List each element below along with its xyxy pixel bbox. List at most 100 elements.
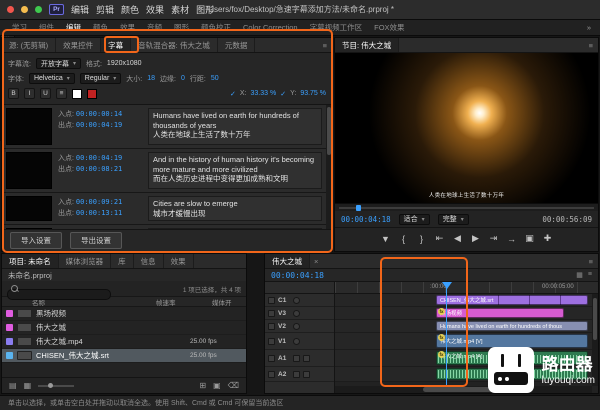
- import-settings-button[interactable]: 导入设置: [10, 232, 62, 249]
- tab-effect-controls[interactable]: 效果控件: [56, 38, 102, 52]
- label-color-swatch[interactable]: [6, 352, 13, 359]
- add-marker-button[interactable]: ▼: [380, 234, 391, 244]
- panel-menu-icon[interactable]: ≡: [584, 254, 598, 268]
- workspace-tab-audio[interactable]: 音频: [141, 22, 168, 33]
- caption-thumbnail[interactable]: [6, 108, 52, 145]
- playhead[interactable]: [446, 282, 447, 385]
- minimize-window-button[interactable]: [21, 6, 28, 13]
- stream-select[interactable]: 开放字幕 ▾: [35, 58, 81, 69]
- menu-color[interactable]: 颜色: [121, 3, 139, 16]
- zoom-fit-select[interactable]: 适合 ▾: [398, 213, 430, 225]
- black-video-clip[interactable]: 黑场视频: [436, 308, 564, 318]
- tab-project[interactable]: 项目: 未命名: [2, 254, 59, 268]
- caption-thumbnail[interactable]: [6, 196, 52, 221]
- table-row[interactable]: 伟大之城: [2, 321, 246, 335]
- delete-icon[interactable]: ⌫: [228, 381, 239, 390]
- close-icon[interactable]: ×: [310, 254, 322, 268]
- font-style-select[interactable]: Regular ▾: [79, 73, 122, 84]
- program-video-frame[interactable]: 人类在地球上生活了数十万年: [335, 53, 598, 203]
- x-value[interactable]: 33.33 %: [251, 90, 277, 97]
- tab-program-monitor[interactable]: 节目: 伟大之城: [335, 38, 400, 52]
- workspace-tab-fox-effects[interactable]: FOX效果: [368, 22, 410, 33]
- mark-out-button[interactable]: }: [416, 234, 427, 244]
- y-value[interactable]: 93.75 %: [300, 90, 326, 97]
- track-header[interactable]: V3: [265, 307, 334, 320]
- caption-row[interactable]: 入点: 00:00:09:21 出点: 00:00:13:11 Cities a…: [2, 193, 332, 225]
- check-icon[interactable]: ✓: [280, 90, 286, 98]
- icon-view-icon[interactable]: ▦: [24, 381, 32, 390]
- caption-row[interactable]: 入点: 00:00:04:19 出点: 00:00:08:21 And in t…: [2, 149, 332, 193]
- tab-info[interactable]: 信息: [134, 254, 164, 268]
- go-to-out-button[interactable]: ⇥: [488, 233, 499, 244]
- leading-value[interactable]: 50: [211, 75, 219, 82]
- go-to-in-button[interactable]: ⇤: [434, 233, 445, 244]
- font-select[interactable]: Helvetica ▾: [28, 73, 75, 84]
- track-lock-icon[interactable]: [268, 296, 275, 304]
- tab-source-monitor[interactable]: 源: (无剪辑): [2, 38, 57, 52]
- label-color-swatch[interactable]: [6, 324, 13, 331]
- program-playhead[interactable]: [356, 205, 362, 211]
- track-header[interactable]: C1: [265, 294, 334, 307]
- track-lock-icon[interactable]: [268, 370, 275, 378]
- timeline-track[interactable]: Humans have lived on earth for hundreds …: [335, 320, 598, 333]
- workspace-tab-effects[interactable]: 效果: [114, 22, 141, 33]
- tab-effects[interactable]: 效果: [164, 254, 194, 268]
- subtitle-clip[interactable]: CHISEN_伟大之城.srt: [436, 295, 588, 305]
- track-visibility-icon[interactable]: [293, 309, 300, 317]
- track-header[interactable]: A1: [265, 350, 334, 367]
- close-window-button[interactable]: [7, 6, 14, 13]
- caption-text[interactable]: Humans have lived on earth for hundreds …: [148, 108, 322, 145]
- check-icon[interactable]: ✓: [230, 90, 236, 98]
- playhead-head[interactable]: [442, 282, 452, 289]
- zoom-window-button[interactable]: [35, 6, 42, 13]
- edge-value[interactable]: 0: [181, 75, 185, 82]
- workspace-tab-graphics[interactable]: 图形: [168, 22, 195, 33]
- thumbnail-zoom-slider[interactable]: [38, 382, 75, 388]
- column-framerate[interactable]: 帧速率: [156, 297, 212, 307]
- program-scrub-bar[interactable]: [335, 203, 598, 211]
- video-clip[interactable]: 伟大之城.mp4 [V]: [436, 334, 588, 348]
- track-lock-icon[interactable]: [268, 337, 275, 345]
- caption-thumbnail[interactable]: [6, 228, 52, 229]
- track-solo-icon[interactable]: [303, 370, 310, 378]
- resolution-select[interactable]: 完整 ▾: [437, 213, 469, 225]
- export-frame-button[interactable]: ▣: [524, 233, 535, 244]
- track-visibility-icon[interactable]: [293, 296, 300, 304]
- track-visibility-icon[interactable]: [293, 322, 300, 330]
- table-row[interactable]: 伟大之城.mp4 25.00 fps: [2, 335, 246, 349]
- caption-text-clip[interactable]: Humans have lived on earth for hundreds …: [436, 321, 588, 331]
- workspace-tab-color[interactable]: 颜色: [87, 22, 114, 33]
- timeline-track[interactable]: 黑场视频 fx: [335, 307, 598, 320]
- track-header[interactable]: V1: [265, 333, 334, 350]
- bold-button[interactable]: B: [8, 88, 19, 99]
- underline-button[interactable]: U: [40, 88, 51, 99]
- track-solo-icon[interactable]: [303, 354, 310, 362]
- track-header[interactable]: V2: [265, 320, 334, 333]
- caption-text[interactable]: It's only a thousand years ago: [148, 228, 322, 229]
- workspace-tab-editing[interactable]: 编辑: [60, 22, 87, 33]
- label-color-swatch[interactable]: [6, 310, 13, 317]
- table-row[interactable]: CHISEN_伟大之城.srt 25.00 fps: [2, 349, 246, 363]
- workspace-tab-color-correction-zh[interactable]: 颜色校正: [195, 22, 237, 33]
- caption-text[interactable]: Cities are slow to emerge 城市才缓慢出现: [148, 196, 322, 221]
- italic-button[interactable]: I: [24, 88, 35, 99]
- menu-effects[interactable]: 效果: [146, 3, 164, 16]
- menu-footage[interactable]: 素材: [171, 3, 189, 16]
- panel-menu-icon[interactable]: ≡: [318, 38, 332, 52]
- tab-metadata[interactable]: 元数据: [218, 38, 256, 52]
- tab-captions[interactable]: 字幕: [101, 38, 132, 52]
- program-timecode[interactable]: 00:00:04:18: [341, 215, 391, 224]
- export-settings-button[interactable]: 导出设置: [70, 232, 122, 249]
- menu-edit[interactable]: 编辑: [71, 3, 89, 16]
- tab-audio-track-mixer[interactable]: 音轨混合器: 伟大之城: [131, 38, 218, 52]
- workspace-overflow-icon[interactable]: »: [584, 23, 594, 32]
- new-item-icon[interactable]: ▣: [213, 381, 221, 390]
- label-color-swatch[interactable]: [6, 338, 13, 345]
- new-bin-icon[interactable]: ⊞: [199, 381, 206, 390]
- track-visibility-icon[interactable]: [293, 337, 300, 345]
- workspace-tab-captions-workspace[interactable]: 字幕视频工作区: [304, 22, 369, 33]
- step-forward-button[interactable]: →: [506, 234, 517, 244]
- size-value[interactable]: 18: [147, 75, 155, 82]
- timeline-track[interactable]: CHISEN_伟大之城.srt: [335, 294, 598, 307]
- snap-icon[interactable]: ▦: [576, 271, 583, 279]
